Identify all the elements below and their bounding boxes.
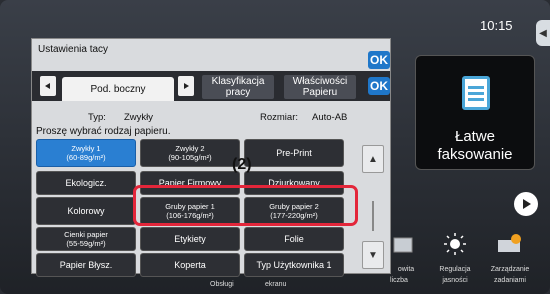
tab-side-tray[interactable]: Pod. boczny <box>62 77 174 101</box>
easy-fax-tile[interactable]: Łatwe faksowanie <box>415 55 535 170</box>
tab-bar: Pod. boczny Klasyfikacja pracy Właściwoś… <box>32 71 390 101</box>
ok-button-top[interactable]: OK <box>368 51 390 69</box>
fax-icon <box>462 76 490 110</box>
paper-type-plain-2[interactable]: Zwykły 2 (90-105g/m²) <box>140 139 240 167</box>
easy-fax-label: Łatwe faksowanie <box>437 128 513 163</box>
bottom-label-partial: owita <box>397 266 415 273</box>
brightness-icon[interactable] <box>440 232 470 256</box>
tab-prev-icon[interactable] <box>40 76 56 96</box>
ok-button-tab[interactable]: OK <box>368 77 390 95</box>
paper-type-prompt: Proszę wybrać rodzaj papieru. <box>36 126 171 137</box>
paper-type-thin[interactable]: Cienki papier (55-59g/m²) <box>36 227 136 251</box>
scroll-down-icon[interactable]: ▼ <box>362 241 384 269</box>
scroll-up-icon[interactable]: ▲ <box>362 145 384 173</box>
bottom-label-jobs: Zarządzanie zadaniami <box>490 266 530 284</box>
bottom-label-brightness: Regulacja jasności <box>439 266 471 284</box>
clock: 10:15 <box>480 18 513 33</box>
scrollbar[interactable] <box>372 201 374 231</box>
next-page-arrow-icon[interactable] <box>514 192 538 216</box>
paper-type-transparency[interactable]: Folie <box>244 227 344 251</box>
bottom-label-operation: Obsługi <box>210 281 234 288</box>
type-value: Zwykły <box>124 112 154 123</box>
side-panel-handle-icon[interactable]: ◀ <box>536 20 550 46</box>
heavy-paper-highlight <box>133 185 358 226</box>
paper-type-recycled[interactable]: Ekologicz. <box>36 171 136 195</box>
tray-settings-dialog: Ustawienia tacy OK Pod. boczny Klasyfika… <box>31 38 391 277</box>
paper-type-plain-1[interactable]: Zwykły 1 (60-89g/m²) <box>36 139 136 167</box>
job-status-icon[interactable] <box>494 232 524 256</box>
bottom-label-counter: liczba <box>390 277 408 284</box>
step-callout-label: (2) <box>232 156 252 173</box>
screen: 10:15 ◀ Łatwe faksowanie owita liczba Re… <box>0 0 550 294</box>
paper-type-envelope[interactable]: Koperta <box>140 253 240 277</box>
counter-icon[interactable] <box>388 232 418 256</box>
paper-type-pre-print[interactable]: Pre-Print <box>244 139 344 167</box>
bottom-label-screen: ekranu <box>265 281 287 288</box>
tab-next-icon[interactable] <box>178 76 194 96</box>
paper-type-labels[interactable]: Etykiety <box>140 227 240 251</box>
tab-paper-properties[interactable]: Właściwości Papieru <box>284 75 356 99</box>
size-value: Auto-AB <box>312 112 348 123</box>
size-label: Rozmiar: <box>260 112 299 123</box>
dialog-title: Ustawienia tacy <box>38 44 109 55</box>
paper-type-color[interactable]: Kolorowy <box>36 197 136 225</box>
paper-type-user-type-1[interactable]: Typ Użytkownika 1 <box>244 253 344 277</box>
tab-job-classification[interactable]: Klasyfikacja pracy <box>202 75 274 99</box>
paper-type-glossy[interactable]: Papier Błysz. <box>36 253 136 277</box>
type-label: Typ: <box>88 112 106 123</box>
